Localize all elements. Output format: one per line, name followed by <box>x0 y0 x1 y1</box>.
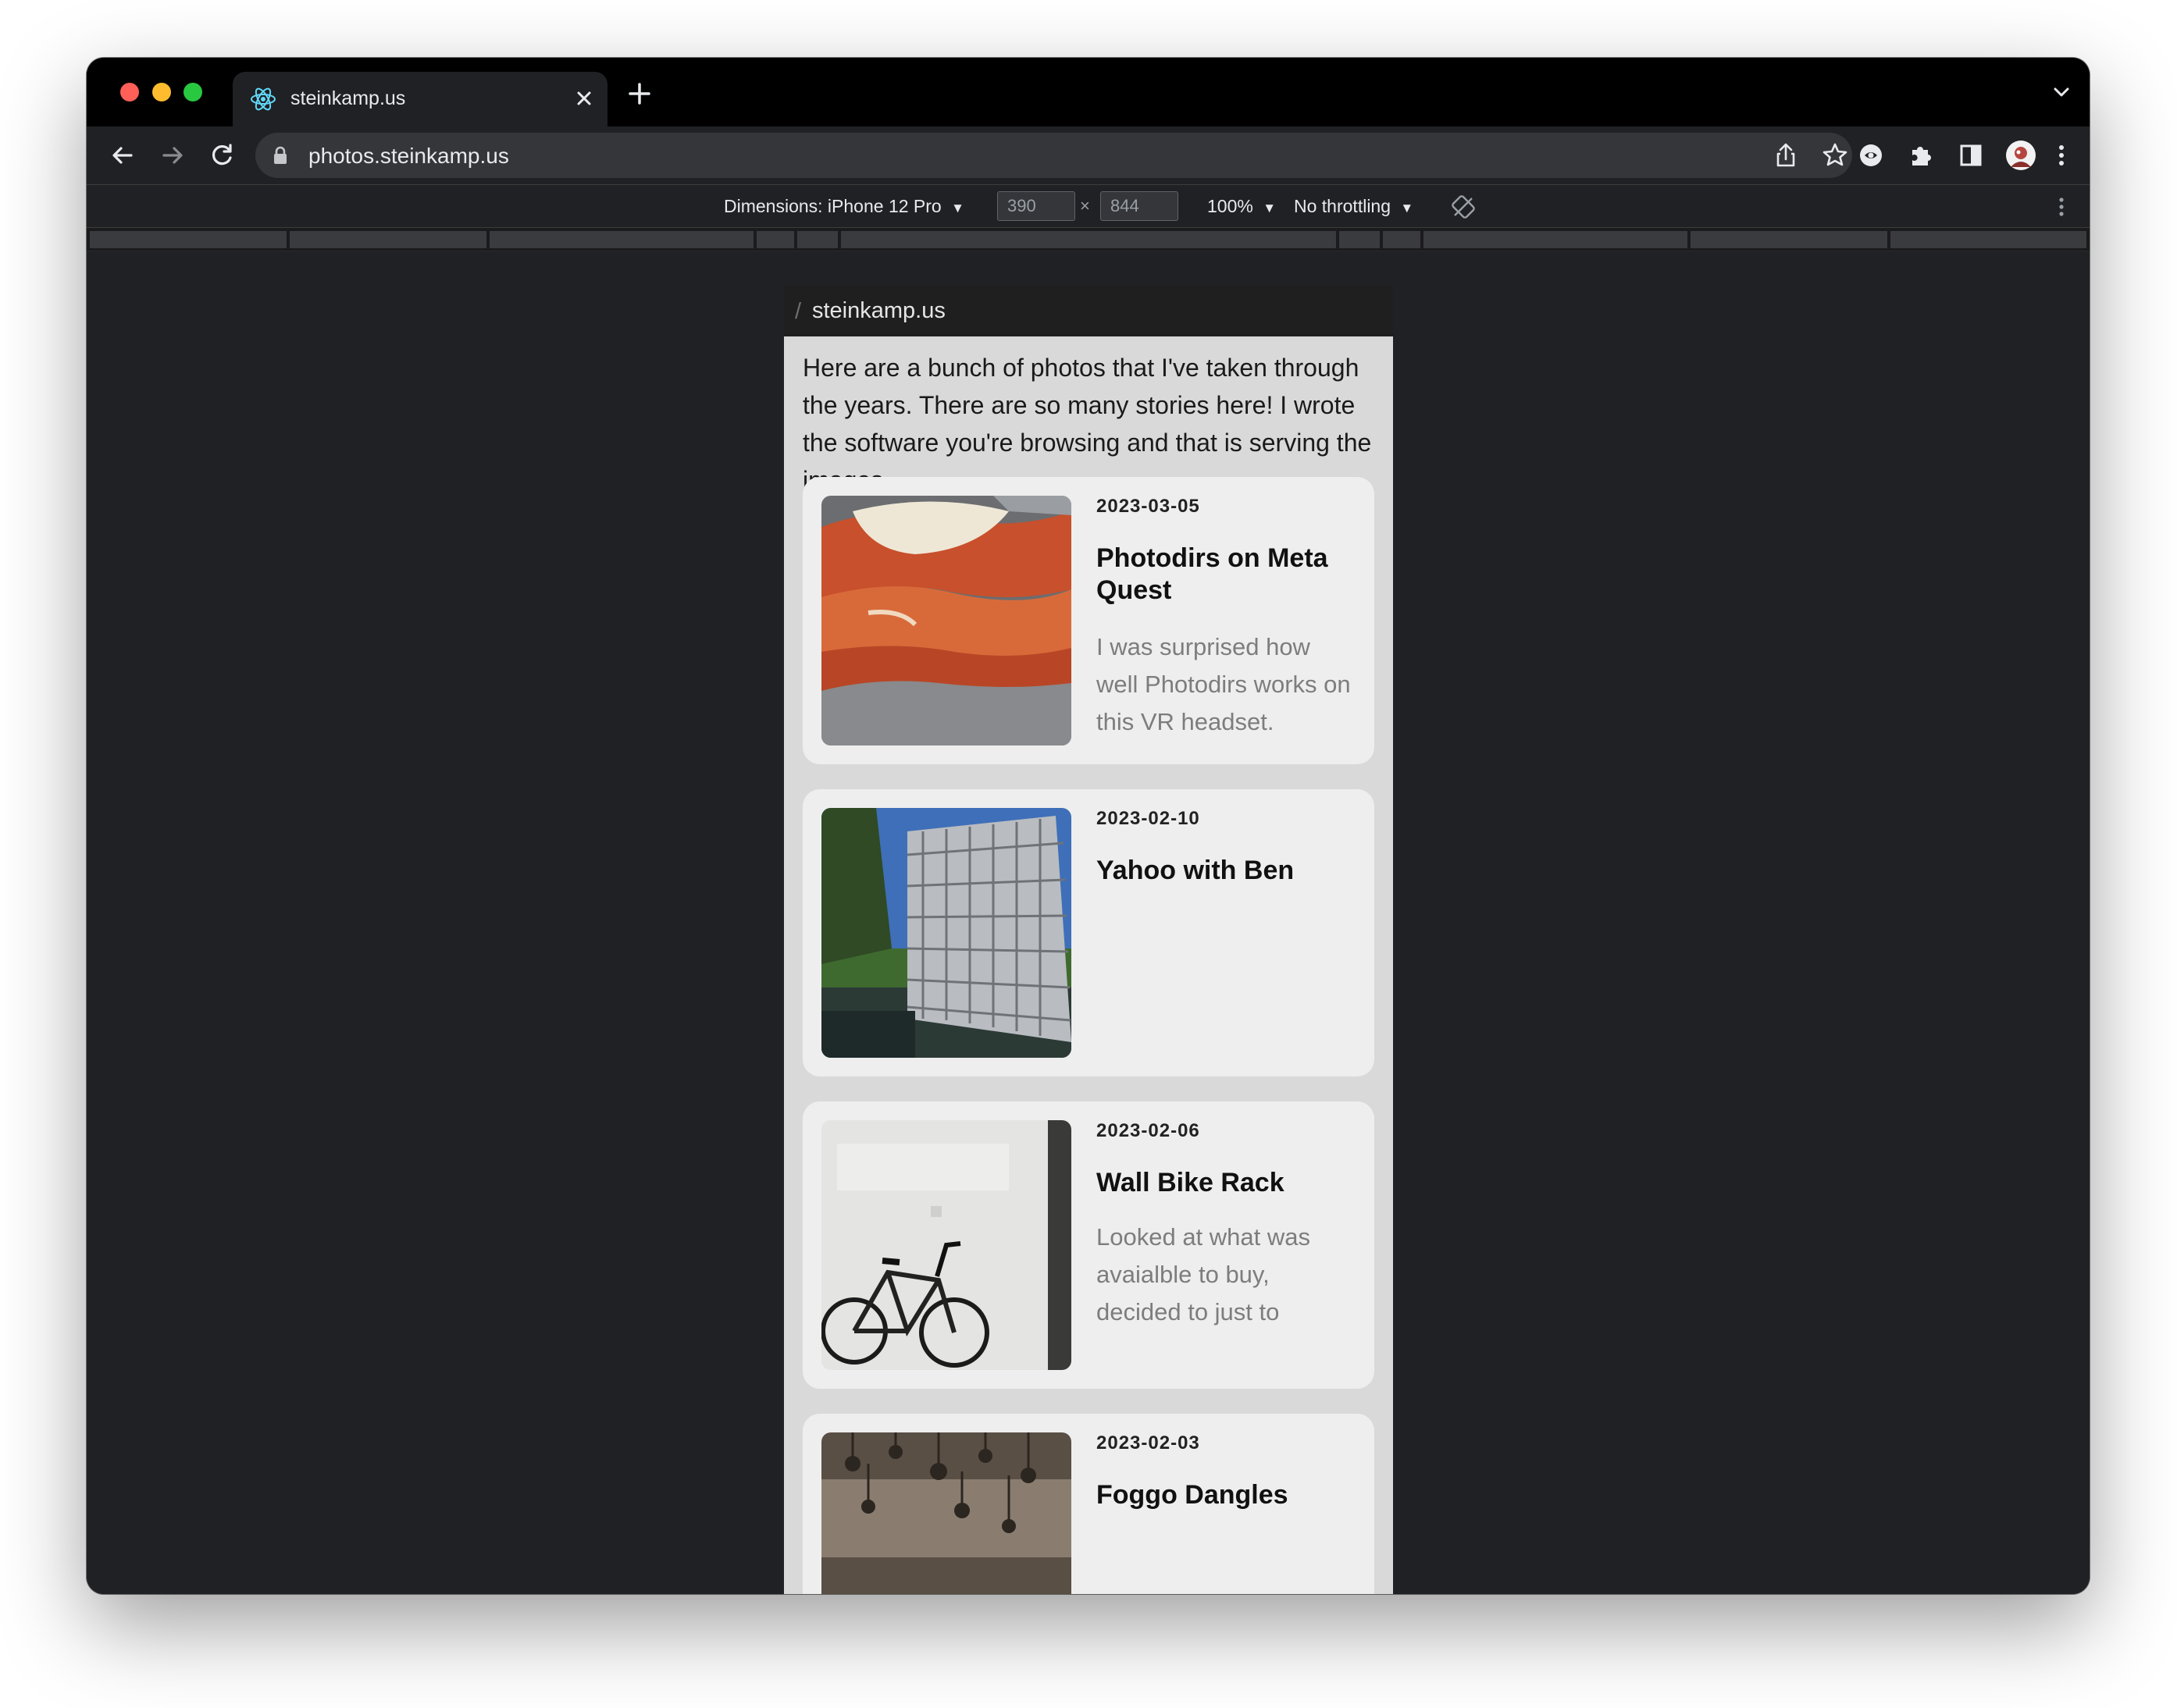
browser-toolbar: photos.steinkamp.us <box>87 126 2090 184</box>
device-toolbar: Dimensions: iPhone 12 Pro ▼ × 100% ▼ No … <box>87 184 2090 228</box>
sidebar-icon[interactable] <box>1954 139 1987 172</box>
address-bar[interactable]: photos.steinkamp.us <box>255 133 1852 178</box>
media-query-segment[interactable] <box>1423 231 1687 248</box>
zoom-dropdown[interactable]: 100% ▼ <box>1207 196 1276 217</box>
media-query-segment[interactable] <box>757 231 794 248</box>
post-date: 2023-02-06 <box>1096 1120 1200 1141</box>
chevron-down-icon: ▼ <box>951 201 964 215</box>
width-input[interactable] <box>997 191 1075 221</box>
chevron-down-icon: ▼ <box>1263 201 1277 215</box>
dimensions-dropdown[interactable]: Dimensions: iPhone 12 Pro ▼ <box>724 196 964 217</box>
reload-icon[interactable] <box>205 139 238 172</box>
media-query-bar <box>87 228 2090 251</box>
media-query-segment[interactable] <box>290 231 486 248</box>
maximize-window-button[interactable] <box>183 83 202 101</box>
dimensions-label: Dimensions: iPhone 12 Pro <box>724 196 942 216</box>
tab-title: steinkamp.us <box>290 87 406 109</box>
post-description: I was surprised how well Photodirs works… <box>1096 633 1351 735</box>
media-query-segment[interactable] <box>90 231 287 248</box>
browser-window: steinkamp.us photos.steinkamp.us Dimensi… <box>87 58 2090 1594</box>
post-title[interactable]: Yahoo with Ben <box>1096 855 1354 887</box>
media-query-segment[interactable] <box>841 231 1336 248</box>
photo-post-card[interactable]: 2023-02-10 Yahoo with Ben <box>803 789 1374 1076</box>
post-title[interactable]: Wall Bike Rack <box>1096 1167 1354 1199</box>
chevron-down-icon[interactable] <box>2047 78 2075 106</box>
post-thumbnail[interactable] <box>821 808 1071 1058</box>
height-input[interactable] <box>1100 191 1178 221</box>
photo-post-card[interactable]: 2023-02-03 Foggo Dangles <box>803 1414 1374 1594</box>
media-query-segment[interactable] <box>1339 231 1380 248</box>
post-title[interactable]: Photodirs on Meta Quest <box>1096 543 1354 607</box>
site-header: / steinkamp.us <box>784 285 1393 336</box>
throttling-label: No throttling <box>1294 196 1391 216</box>
close-icon[interactable] <box>568 83 600 114</box>
title-bar: steinkamp.us <box>87 58 2090 126</box>
puzzle-icon[interactable] <box>1904 139 1937 172</box>
more-vert-icon[interactable] <box>2048 194 2075 220</box>
breadcrumb-separator: / <box>795 299 802 324</box>
avatar[interactable] <box>2004 139 2037 172</box>
media-query-segment[interactable] <box>490 231 754 248</box>
extension-icon[interactable] <box>1855 139 1887 172</box>
media-query-segment[interactable] <box>797 231 838 248</box>
url-text: photos.steinkamp.us <box>308 144 509 168</box>
plus-icon[interactable] <box>624 78 655 109</box>
photo-post-card[interactable]: 2023-03-05 Photodirs on Meta Quest I was… <box>803 477 1374 764</box>
device-screen[interactable]: / steinkamp.us Here are a bunch of photo… <box>784 285 1393 1594</box>
media-query-segment[interactable] <box>1691 231 1887 248</box>
post-thumbnail[interactable] <box>821 1432 1071 1594</box>
star-icon[interactable] <box>1819 139 1851 172</box>
react-icon <box>251 87 276 111</box>
post-thumbnail[interactable] <box>821 1120 1071 1370</box>
more-vert-icon[interactable] <box>2045 139 2078 172</box>
post-date: 2023-03-05 <box>1096 496 1200 517</box>
breadcrumb-home-link[interactable]: steinkamp.us <box>812 298 946 324</box>
media-query-segment[interactable] <box>1383 231 1420 248</box>
zoom-label: 100% <box>1207 196 1253 216</box>
throttling-dropdown[interactable]: No throttling ▼ <box>1294 196 1413 217</box>
chevron-down-icon: ▼ <box>1400 201 1414 215</box>
lock-icon[interactable] <box>273 146 288 165</box>
photo-post-card[interactable]: 2023-02-06 Wall Bike Rack Looked at what… <box>803 1101 1374 1389</box>
minimize-window-button[interactable] <box>152 83 171 101</box>
post-title[interactable]: Foggo Dangles <box>1096 1479 1354 1511</box>
share-icon[interactable] <box>1769 139 1802 172</box>
device-viewport-area: / steinkamp.us Here are a bunch of photo… <box>87 251 2090 1594</box>
back-arrow-icon[interactable] <box>106 139 139 172</box>
browser-tab[interactable]: steinkamp.us <box>233 72 607 126</box>
post-description: Looked at what was avaialble to buy, dec… <box>1096 1223 1311 1325</box>
rotate-icon[interactable] <box>1450 194 1477 220</box>
media-query-segment[interactable] <box>1890 231 2086 248</box>
post-date: 2023-02-03 <box>1096 1432 1200 1454</box>
close-window-button[interactable] <box>120 83 139 101</box>
times-separator: × <box>1080 196 1090 215</box>
forward-arrow-icon[interactable] <box>156 139 189 172</box>
post-date: 2023-02-10 <box>1096 808 1200 829</box>
post-thumbnail[interactable] <box>821 496 1071 745</box>
